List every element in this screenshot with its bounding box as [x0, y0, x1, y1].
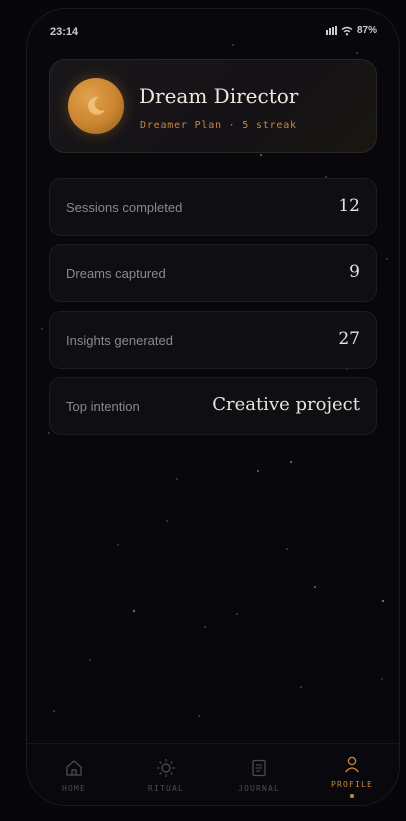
stat-sessions-completed: Sessions completed 12	[49, 178, 377, 236]
stat-label: Top intention	[66, 399, 140, 414]
status-time: 23:14	[50, 26, 79, 38]
stat-dreams-captured: Dreams captured 9	[49, 244, 377, 302]
avatar[interactable]	[68, 78, 124, 134]
profile-plan-streak: Dreamer Plan · 5 streak	[140, 120, 297, 131]
nav-item-journal[interactable]: JOURNAL	[219, 744, 299, 805]
stat-top-intention: Top intention Creative project	[49, 377, 377, 435]
profile-name: Dream Director	[139, 84, 299, 108]
phone-frame: 23:14 87% Dream Director Dreamer Plan · …	[26, 8, 400, 806]
nav-label: PROFILE	[330, 780, 374, 789]
nav-label: JOURNAL	[237, 784, 281, 793]
nav-item-home[interactable]: HOME	[34, 744, 114, 805]
stat-insights-generated: Insights generated 27	[49, 311, 377, 369]
wifi-icon	[341, 26, 353, 35]
home-icon	[66, 760, 82, 776]
signal-icon	[325, 26, 337, 35]
bottom-nav: HOME RITUAL JOURNAL PROFILE	[27, 743, 399, 805]
active-indicator-dot	[350, 794, 354, 798]
nav-item-ritual[interactable]: RITUAL	[126, 744, 206, 805]
nav-label: HOME	[61, 784, 87, 793]
stat-value: 27	[338, 329, 360, 349]
profile-icon	[344, 756, 360, 773]
journal-icon	[252, 759, 266, 777]
stat-value: 12	[338, 196, 360, 216]
nav-item-profile[interactable]: PROFILE	[312, 744, 392, 805]
profile-card: Dream Director Dreamer Plan · 5 streak	[49, 59, 377, 153]
status-bar: 23:14 87%	[27, 9, 399, 57]
stat-label: Sessions completed	[66, 200, 183, 215]
stat-value: 9	[349, 262, 360, 282]
stat-label: Dreams captured	[66, 266, 166, 281]
moon-icon	[88, 96, 105, 115]
stat-label: Insights generated	[66, 333, 173, 348]
stat-value: Creative project	[212, 394, 360, 415]
battery-level: 87%	[356, 25, 377, 36]
status-indicators: 87%	[325, 25, 377, 36]
sun-icon	[157, 759, 175, 777]
nav-label: RITUAL	[147, 784, 185, 793]
